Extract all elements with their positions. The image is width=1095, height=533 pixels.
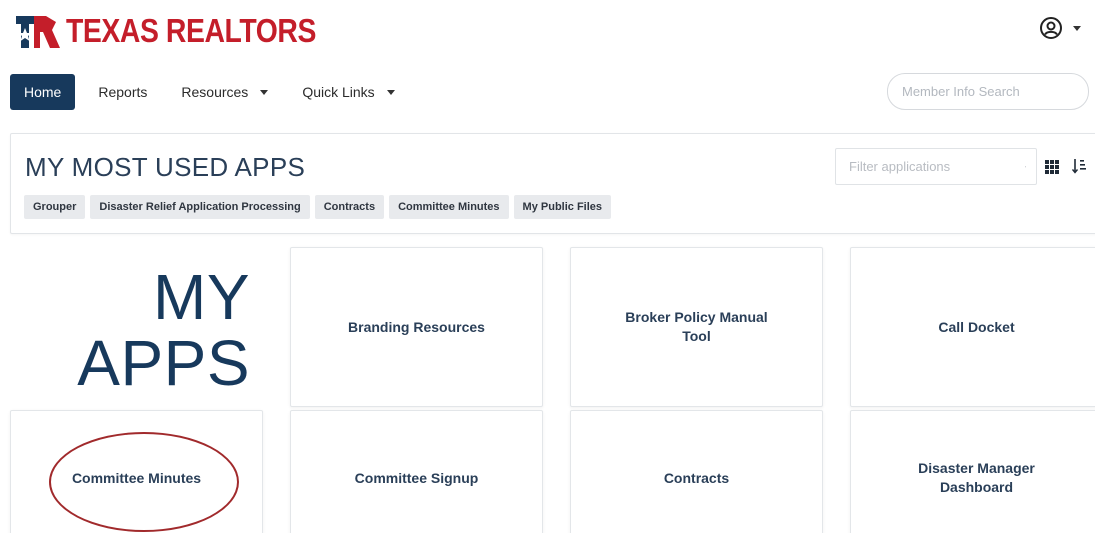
- chevron-down-icon: [386, 89, 395, 95]
- nav-item-label: Home: [24, 84, 62, 100]
- texas-realtors-logo-icon: [16, 16, 60, 48]
- filter-icon[interactable]: [1025, 160, 1026, 174]
- app-tile-contracts[interactable]: Contracts: [570, 410, 823, 533]
- app-tile-committee-minutes[interactable]: Committee Minutes: [10, 410, 263, 533]
- chip-disaster-relief[interactable]: Disaster Relief Application Processing: [90, 195, 310, 219]
- nav-item-label: Reports: [98, 84, 148, 100]
- nav-item-home[interactable]: Home: [10, 74, 76, 110]
- most-used-apps-title: MY MOST USED APPS: [25, 152, 306, 182]
- most-used-chips: Grouper Disaster Relief Application Proc…: [24, 195, 612, 219]
- app-tile-label: Committee Minutes: [71, 469, 202, 486]
- chip-committee-minutes[interactable]: Committee Minutes: [389, 195, 509, 219]
- filter-applications-input[interactable]: [849, 159, 1025, 174]
- sort-icon[interactable]: [1072, 158, 1086, 174]
- most-used-apps-panel: MY MOST USED APPS Grouper Disaster Relie…: [10, 133, 1095, 234]
- user-circle-icon: [1040, 17, 1062, 39]
- app-tile-label: Broker Policy Manual Tool: [625, 309, 768, 344]
- chip-contracts[interactable]: Contracts: [314, 195, 385, 219]
- user-menu[interactable]: [1039, 16, 1081, 40]
- app-tile-label: Branding Resources: [348, 318, 485, 335]
- brand-name: TEXAS REALTORS: [66, 12, 316, 49]
- filter-applications: [835, 148, 1037, 185]
- nav-item-reports[interactable]: Reports: [81, 74, 164, 110]
- nav-item-label: Quick Links: [302, 84, 375, 100]
- nav-item-resources[interactable]: Resources: [164, 74, 285, 110]
- chevron-down-icon: [260, 89, 269, 95]
- brand-logo[interactable]: TEXAS REALTORS: [16, 12, 357, 50]
- main-nav: Home Reports Resources Quick Links: [10, 74, 412, 110]
- app-tile-label: Disaster Manager Dashboard: [918, 460, 1035, 495]
- chip-my-public-files[interactable]: My Public Files: [513, 195, 612, 219]
- member-info-search: [887, 73, 1089, 110]
- app-tile-committee-signup[interactable]: Committee Signup: [290, 410, 543, 533]
- app-tile-disaster-manager-dashboard[interactable]: Disaster Manager Dashboard: [850, 410, 1095, 533]
- app-tile-label: Committee Signup: [354, 469, 479, 486]
- nav-item-label: Resources: [181, 84, 249, 100]
- app-tile-call-docket[interactable]: Call Docket: [850, 247, 1095, 407]
- my-apps-heading-line1: MY: [153, 261, 250, 333]
- app-tile-branding-resources[interactable]: Branding Resources: [290, 247, 543, 407]
- grid-view-icon[interactable]: [1045, 160, 1059, 174]
- app-tile-broker-policy-manual-tool[interactable]: Broker Policy Manual Tool: [570, 247, 823, 407]
- chip-grouper[interactable]: Grouper: [24, 195, 86, 219]
- member-search-input[interactable]: [902, 84, 1078, 99]
- app-tile-label: Contracts: [663, 469, 730, 486]
- app-tile-label: Call Docket: [938, 318, 1015, 335]
- my-apps-heading: MY APPS: [10, 264, 250, 396]
- page: TEXAS REALTORS Home Reports Resources Qu…: [0, 0, 1095, 533]
- nav-item-quick-links[interactable]: Quick Links: [285, 74, 411, 110]
- chevron-down-icon: [1073, 25, 1081, 31]
- my-apps-heading-line2: APPS: [77, 327, 250, 399]
